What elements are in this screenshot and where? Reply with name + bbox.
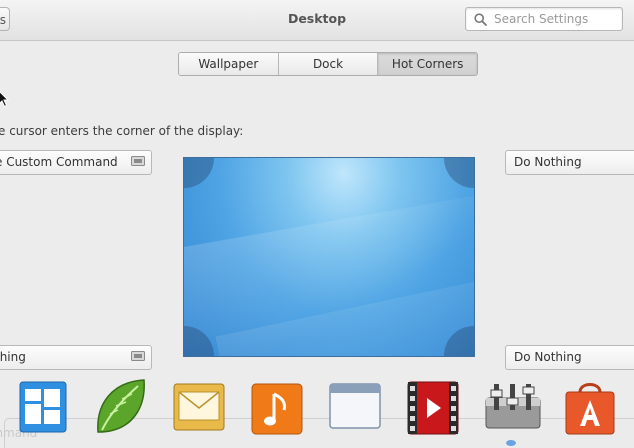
search-field[interactable] [465, 7, 623, 31]
display-preview [183, 157, 475, 357]
top-right-corner-action-value: Do Nothing [514, 155, 582, 169]
bottom-left-corner-action-select[interactable]: thing [0, 345, 152, 370]
top-right-hot-corner [444, 158, 474, 188]
search-input[interactable] [494, 11, 618, 27]
tab-wallpaper[interactable]: Wallpaper [179, 53, 279, 75]
tab-dock[interactable]: Dock [278, 53, 379, 75]
bottom-left-corner-action-value: thing [0, 350, 26, 364]
top-left-corner-action-select[interactable]: e Custom Command [0, 150, 152, 175]
midori-leaf-icon[interactable] [88, 374, 152, 438]
dropdown-icon [131, 156, 145, 166]
tab-hot-corners[interactable]: Hot Corners [378, 53, 477, 75]
mouse-pointer-icon [0, 91, 10, 108]
search-icon [474, 13, 487, 26]
files-window-icon[interactable] [322, 376, 386, 440]
video-player-icon[interactable] [400, 376, 464, 440]
settings-sliders-icon[interactable] [480, 376, 544, 440]
hot-corners-instruction: e cursor enters the corner of the displa… [0, 124, 244, 138]
bottom-right-corner-action-select[interactable]: Do Nothing [505, 345, 634, 370]
music-note-icon[interactable] [244, 376, 308, 440]
top-right-corner-action-select[interactable]: Do Nothing [505, 150, 634, 175]
top-left-hot-corner [184, 158, 214, 188]
running-indicator [506, 440, 516, 446]
header-bar: s Desktop [0, 0, 634, 41]
app-center-bag-icon[interactable] [558, 376, 622, 440]
mail-envelope-icon[interactable] [166, 376, 230, 440]
multitasking-view-icon[interactable] [10, 376, 74, 440]
dropdown-icon [131, 351, 145, 361]
top-left-corner-action-value: e Custom Command [0, 155, 118, 169]
bottom-right-corner-action-value: Do Nothing [514, 350, 582, 364]
view-switcher: Wallpaper Dock Hot Corners [178, 52, 478, 76]
